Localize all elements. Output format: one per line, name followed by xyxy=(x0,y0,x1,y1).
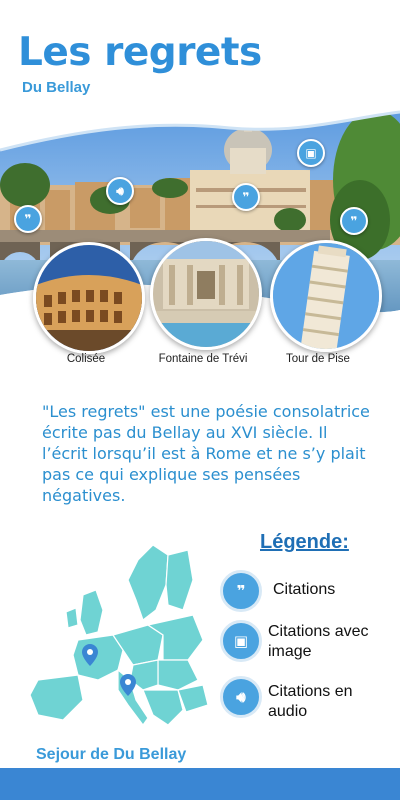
audio-icon[interactable]: 🔊︎ xyxy=(106,177,134,205)
image-icon: ▣ xyxy=(220,620,262,662)
image-icon[interactable]: ▣ xyxy=(297,139,325,167)
legend-label-audio: Citations en audio xyxy=(268,683,353,720)
place-label-colosseum: Colisée xyxy=(66,353,106,365)
description-text: "Les regrets" est une poésie consolatric… xyxy=(42,402,370,505)
europe-map xyxy=(18,540,218,740)
legend-label-image: Citations avec image xyxy=(268,623,369,660)
audio-icon: 🔊︎ xyxy=(220,676,262,718)
page-title: Les regrets xyxy=(18,30,262,75)
quote-icon: ❞ xyxy=(220,570,262,612)
place-label-pisa: Tour de Pise xyxy=(286,353,350,365)
map-caption: Sejour de Du Bellay xyxy=(36,746,187,763)
quote-icon[interactable]: ❞ xyxy=(340,207,368,235)
legend-label-citations: Citations xyxy=(273,581,336,598)
quote-icon[interactable]: ❞ xyxy=(232,183,260,211)
trevi-fountain-image[interactable] xyxy=(150,238,262,350)
footer-bar xyxy=(0,768,400,800)
quote-icon[interactable]: ❞ xyxy=(14,205,42,233)
legend-title: Légende: xyxy=(260,531,349,553)
pisa-tower-image[interactable] xyxy=(270,240,382,352)
page-subtitle: Du Bellay xyxy=(22,79,91,96)
place-label-trevi: Fontaine de Trévi xyxy=(158,353,248,365)
colosseum-image[interactable] xyxy=(33,242,145,354)
